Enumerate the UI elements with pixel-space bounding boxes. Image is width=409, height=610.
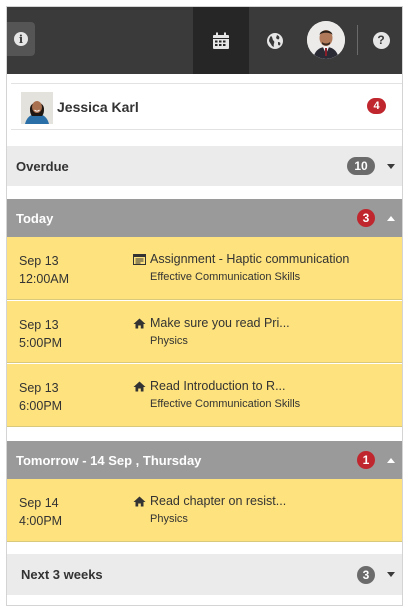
event-datetime: Sep 13 12:00AM [19, 252, 69, 288]
user-name: Jessica Karl [57, 99, 139, 115]
section-today[interactable]: Today 3 [7, 199, 402, 237]
help-icon: ? [372, 31, 390, 49]
count-badge: 3 [357, 565, 375, 584]
calendar-icon [213, 32, 229, 49]
home-icon [133, 318, 146, 328]
avatar[interactable] [307, 21, 345, 59]
info-button[interactable]: i [7, 22, 35, 56]
notification-badge: 4 [367, 98, 386, 114]
globe-button[interactable] [253, 7, 297, 74]
event-title-line: Read Introduction to R... [133, 379, 286, 393]
assignment-icon [133, 253, 146, 265]
info-icon: i [14, 32, 28, 46]
event-title[interactable]: Read chapter on resist... [150, 494, 286, 508]
event-datetime: Sep 13 6:00PM [19, 379, 62, 415]
chevron-up-icon[interactable] [387, 457, 395, 463]
section-overdue[interactable]: Overdue 10 [7, 146, 402, 186]
chevron-down-icon[interactable] [387, 572, 395, 577]
list-item[interactable]: Sep 13 6:00PM Read Introduction to R... … [7, 364, 402, 427]
event-title-line: Read chapter on resist... [133, 494, 286, 508]
event-time: 12:00AM [19, 272, 70, 286]
event-time: 5:00PM [19, 336, 63, 350]
section-title: Tomorrow - 14 Sep , Thursday [16, 452, 202, 468]
event-course: Effective Communication Skills [150, 271, 301, 283]
event-date: Sep 13 [19, 318, 59, 332]
section-title: Next 3 weeks [21, 567, 103, 582]
home-icon [133, 381, 146, 391]
event-title[interactable]: Read Introduction to R... [150, 379, 286, 393]
list-item[interactable]: Sep 13 12:00AM Assignment - Haptic commu… [7, 237, 402, 300]
section-title: Today [16, 210, 54, 226]
top-navigation-bar: i ? [7, 7, 402, 74]
event-title[interactable]: Make sure you read Pri... [150, 316, 290, 330]
section-next-3-weeks[interactable]: Next 3 weeks 3 [7, 554, 402, 595]
count-badge: 10 [347, 157, 375, 175]
list-item[interactable]: Sep 13 5:00PM Make sure you read Pri... … [7, 301, 402, 363]
chevron-up-icon[interactable] [387, 215, 395, 221]
help-button[interactable]: ? [367, 24, 395, 56]
event-date: Sep 14 [19, 496, 59, 510]
event-course: Physics [150, 513, 188, 525]
user-avatar [21, 92, 53, 124]
event-datetime: Sep 14 4:00PM [19, 494, 62, 530]
calendar-tab[interactable] [193, 7, 249, 74]
event-date: Sep 13 [19, 381, 59, 395]
event-date: Sep 13 [19, 254, 59, 268]
event-course: Effective Communication Skills [150, 398, 301, 410]
profile-photo [307, 21, 345, 59]
event-title-line: Make sure you read Pri... [133, 316, 290, 330]
event-time: 6:00PM [19, 399, 63, 413]
count-badge: 1 [357, 451, 375, 469]
globe-icon [267, 32, 283, 49]
chevron-down-icon[interactable] [387, 163, 395, 169]
event-time: 4:00PM [19, 514, 63, 528]
list-item[interactable]: Sep 14 4:00PM Read chapter on resist... … [7, 479, 402, 542]
toolbar-divider [357, 25, 358, 55]
event-course: Physics [150, 335, 188, 347]
user-row[interactable]: Jessica Karl 4 [11, 83, 402, 130]
section-title: Overdue [16, 158, 69, 174]
event-title-line: Assignment - Haptic communication [133, 252, 349, 266]
count-badge: 3 [357, 209, 375, 227]
home-icon [133, 496, 146, 506]
section-tomorrow[interactable]: Tomorrow - 14 Sep , Thursday 1 [7, 441, 402, 479]
app-window: i ? Jessica Karl 4 Overdue 10 Today 3 Se… [6, 6, 403, 606]
event-title[interactable]: Assignment - Haptic communication [150, 252, 349, 266]
event-datetime: Sep 13 5:00PM [19, 316, 62, 352]
